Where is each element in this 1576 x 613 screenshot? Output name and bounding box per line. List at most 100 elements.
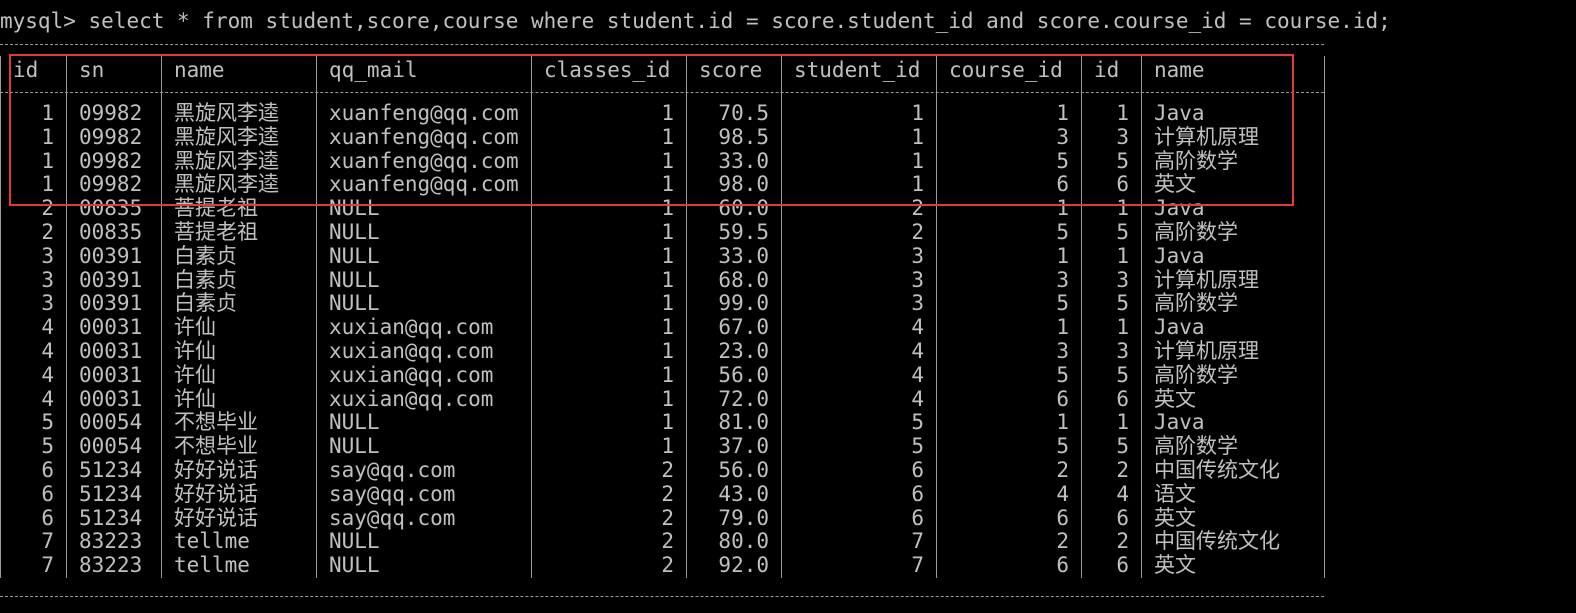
cell-student-id: 3 <box>781 292 937 317</box>
cell-course-id: 2 <box>936 458 1082 483</box>
cell-name: 白素贞 <box>161 292 317 317</box>
cell-name: 菩提老祖 <box>161 197 317 221</box>
cell-course-name: Java <box>1141 411 1325 436</box>
cell-score: 59.5 <box>686 220 782 245</box>
cell-id: 4 <box>0 316 67 340</box>
cell-course-table-id: 5 <box>1081 149 1142 174</box>
cell-classes-id: 1 <box>531 220 687 245</box>
cell-course-name: 高阶数学 <box>1141 435 1325 459</box>
header-name: name <box>161 56 317 84</box>
header-course-table-id: id <box>1081 56 1142 84</box>
cell-student-id: 7 <box>781 554 937 578</box>
cell-name: 黑旋风李逵 <box>161 102 317 126</box>
cell-classes-id: 1 <box>531 268 687 293</box>
cell-qq-mail: xuanfeng@qq.com <box>316 173 532 198</box>
cell-course-name: Java <box>1141 244 1325 269</box>
cell-course-id: 5 <box>936 149 1082 174</box>
cell-qq-mail: NULL <box>316 435 532 459</box>
cell-course-table-id: 2 <box>1081 530 1142 555</box>
cell-name: 菩提老祖 <box>161 220 317 245</box>
cell-qq-mail: say@qq.com <box>316 482 532 507</box>
cell-student-id: 5 <box>781 435 937 459</box>
cell-course-id: 6 <box>936 387 1082 412</box>
cell-score: 23.0 <box>686 339 782 364</box>
cell-classes-id: 1 <box>531 149 687 174</box>
cell-course-name: 英文 <box>1141 506 1325 531</box>
cell-qq-mail: xuxian@qq.com <box>316 316 532 340</box>
result-table: id sn name qq_mail classes_id score stud… <box>0 56 1325 578</box>
cell-classes-id: 2 <box>531 482 687 507</box>
cell-course-id: 6 <box>936 173 1082 198</box>
cell-id: 4 <box>0 387 67 412</box>
sql-command: select * from student,score,course where… <box>88 9 1391 33</box>
cell-course-table-id: 3 <box>1081 268 1142 293</box>
cell-score: 60.0 <box>686 197 782 221</box>
cell-course-name: 高阶数学 <box>1141 363 1325 388</box>
cell-classes-id: 2 <box>531 506 687 531</box>
cell-qq-mail: xuanfeng@qq.com <box>316 125 532 150</box>
cell-classes-id: 1 <box>531 292 687 317</box>
cell-id: 1 <box>0 125 67 150</box>
table-row: 3 00391 白素贞 NULL 1 33.0 3 1 1 Java <box>0 244 1325 269</box>
cell-qq-mail: NULL <box>316 244 532 269</box>
cell-sn: 00391 <box>66 268 162 293</box>
table-row: 4 00031 许仙 xuxian@qq.com 1 56.0 4 5 5 高阶数学 <box>0 363 1325 388</box>
cell-name: 许仙 <box>161 316 317 340</box>
cell-qq-mail: NULL <box>316 411 532 436</box>
table-top-border <box>0 44 1324 45</box>
cell-classes-id: 2 <box>531 554 687 578</box>
cell-qq-mail: say@qq.com <box>316 506 532 531</box>
cell-qq-mail: xuanfeng@qq.com <box>316 149 532 174</box>
cell-sn: 51234 <box>66 482 162 507</box>
cell-sn: 00391 <box>66 292 162 317</box>
cell-id: 3 <box>0 268 67 293</box>
cell-student-id: 1 <box>781 173 937 198</box>
cell-course-id: 1 <box>936 102 1082 126</box>
cell-student-id: 6 <box>781 506 937 531</box>
cell-sn: 83223 <box>66 554 162 578</box>
cell-classes-id: 1 <box>531 339 687 364</box>
cell-score: 56.0 <box>686 363 782 388</box>
cell-id: 6 <box>0 482 67 507</box>
header-sn: sn <box>66 56 162 84</box>
cell-name: 不想毕业 <box>161 435 317 459</box>
cell-course-id: 3 <box>936 268 1082 293</box>
cell-name: 黑旋风李逵 <box>161 173 317 198</box>
cell-student-id: 4 <box>781 339 937 364</box>
header-course-name: name <box>1141 56 1325 84</box>
cell-score: 98.5 <box>686 125 782 150</box>
cell-course-table-id: 6 <box>1081 506 1142 531</box>
header-student-id: student_id <box>781 56 937 84</box>
cell-sn: 00031 <box>66 316 162 340</box>
cell-id: 1 <box>0 149 67 174</box>
cell-sn: 51234 <box>66 506 162 531</box>
cell-sn: 09982 <box>66 173 162 198</box>
cell-id: 5 <box>0 435 67 459</box>
cell-course-id: 5 <box>936 292 1082 317</box>
table-row: 3 00391 白素贞 NULL 1 99.0 3 5 5 高阶数学 <box>0 292 1325 317</box>
cell-qq-mail: NULL <box>316 530 532 555</box>
cell-student-id: 4 <box>781 363 937 388</box>
cell-course-table-id: 1 <box>1081 411 1142 436</box>
cell-classes-id: 2 <box>531 530 687 555</box>
cell-course-name: 中国传统文化 <box>1141 458 1325 483</box>
table-row: 5 00054 不想毕业 NULL 1 37.0 5 5 5 高阶数学 <box>0 435 1325 459</box>
cell-sn: 09982 <box>66 102 162 126</box>
cell-student-id: 5 <box>781 411 937 436</box>
cell-score: 99.0 <box>686 292 782 317</box>
cell-course-id: 5 <box>936 435 1082 459</box>
cell-score: 56.0 <box>686 458 782 483</box>
cell-course-table-id: 4 <box>1081 482 1142 507</box>
table-row: 6 51234 好好说话 say@qq.com 2 43.0 6 4 4 语文 <box>0 482 1325 507</box>
cell-qq-mail: NULL <box>316 554 532 578</box>
table-row: 4 00031 许仙 xuxian@qq.com 1 23.0 4 3 3 计算机原理 <box>0 339 1325 364</box>
table-row: 1 09982 黑旋风李逵 xuanfeng@qq.com 1 98.5 1 3 3 计算机原理 <box>0 125 1325 150</box>
cell-sn: 00054 <box>66 411 162 436</box>
table-row: 3 00391 白素贞 NULL 1 68.0 3 3 3 计算机原理 <box>0 268 1325 293</box>
cell-student-id: 4 <box>781 387 937 412</box>
cell-sn: 09982 <box>66 149 162 174</box>
cell-score: 67.0 <box>686 316 782 340</box>
cell-course-id: 4 <box>936 482 1082 507</box>
cell-course-name: 计算机原理 <box>1141 339 1325 364</box>
cell-course-id: 3 <box>936 125 1082 150</box>
